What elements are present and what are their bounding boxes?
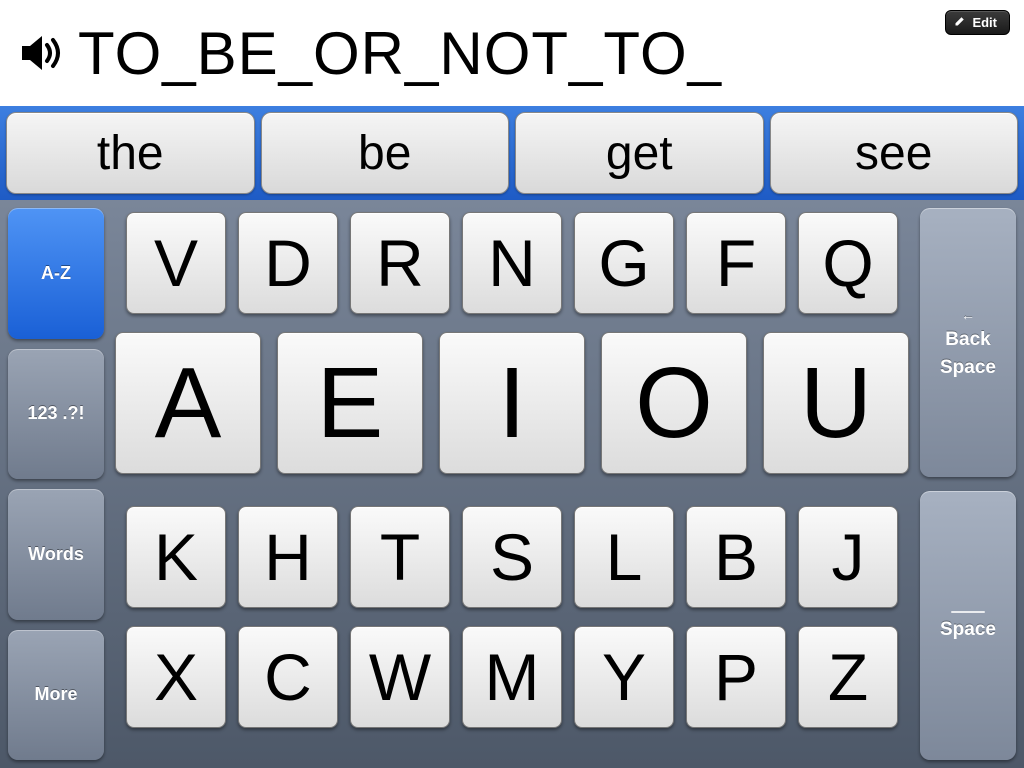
mode-numbers[interactable]: 123 .?!: [8, 349, 104, 480]
key-row-vowels: A E I O U: [112, 332, 912, 474]
pencil-icon: [954, 15, 966, 30]
key-row-1: V D R N G F Q: [112, 212, 912, 314]
key-j[interactable]: J: [798, 506, 898, 608]
key-e[interactable]: E: [277, 332, 423, 474]
key-n[interactable]: N: [462, 212, 562, 314]
key-a[interactable]: A: [115, 332, 261, 474]
display-bar: TO_BE_OR_NOT_TO_ Edit: [0, 0, 1024, 106]
key-row-3: K H T S L B J: [112, 506, 912, 608]
key-w[interactable]: W: [350, 626, 450, 728]
key-h[interactable]: H: [238, 506, 338, 608]
speaker-icon[interactable]: [16, 28, 66, 78]
key-x[interactable]: X: [126, 626, 226, 728]
key-o[interactable]: O: [601, 332, 747, 474]
key-d[interactable]: D: [238, 212, 338, 314]
backspace-label-2: Space: [940, 357, 996, 379]
key-i[interactable]: I: [439, 332, 585, 474]
keyboard-area: A-Z 123 .?! Words More V D R N G F Q A E…: [0, 200, 1024, 768]
backspace-label-1: Back: [945, 329, 990, 351]
key-l[interactable]: L: [574, 506, 674, 608]
key-y[interactable]: Y: [574, 626, 674, 728]
space-button[interactable]: Space: [920, 491, 1016, 760]
key-t[interactable]: T: [350, 506, 450, 608]
key-s[interactable]: S: [462, 506, 562, 608]
mode-az[interactable]: A-Z: [8, 208, 104, 339]
suggestion-0[interactable]: the: [6, 112, 255, 194]
suggestion-1[interactable]: be: [261, 112, 510, 194]
key-g[interactable]: G: [574, 212, 674, 314]
key-row-4: X C W M Y P Z: [112, 626, 912, 728]
arrow-left-icon: ←: [961, 307, 975, 323]
key-c[interactable]: C: [238, 626, 338, 728]
key-b[interactable]: B: [686, 506, 786, 608]
key-r[interactable]: R: [350, 212, 450, 314]
suggestion-3[interactable]: see: [770, 112, 1019, 194]
backspace-button[interactable]: ← Back Space: [920, 208, 1016, 477]
key-f[interactable]: F: [686, 212, 786, 314]
space-icon: [951, 611, 985, 613]
action-column: ← Back Space Space: [920, 208, 1016, 760]
key-z[interactable]: Z: [798, 626, 898, 728]
key-q[interactable]: Q: [798, 212, 898, 314]
key-p[interactable]: P: [686, 626, 786, 728]
suggestion-2[interactable]: get: [515, 112, 764, 194]
edit-button[interactable]: Edit: [945, 10, 1010, 35]
edit-label: Edit: [972, 15, 997, 30]
mode-column: A-Z 123 .?! Words More: [8, 208, 104, 760]
space-label: Space: [940, 619, 996, 641]
display-text: TO_BE_OR_NOT_TO_: [78, 19, 722, 88]
suggestion-row: the be get see: [0, 106, 1024, 200]
key-k[interactable]: K: [126, 506, 226, 608]
letters-grid: V D R N G F Q A E I O U K H T S L B J X …: [112, 208, 912, 760]
mode-words[interactable]: Words: [8, 489, 104, 620]
key-u[interactable]: U: [763, 332, 909, 474]
key-m[interactable]: M: [462, 626, 562, 728]
key-v[interactable]: V: [126, 212, 226, 314]
mode-more[interactable]: More: [8, 630, 104, 761]
